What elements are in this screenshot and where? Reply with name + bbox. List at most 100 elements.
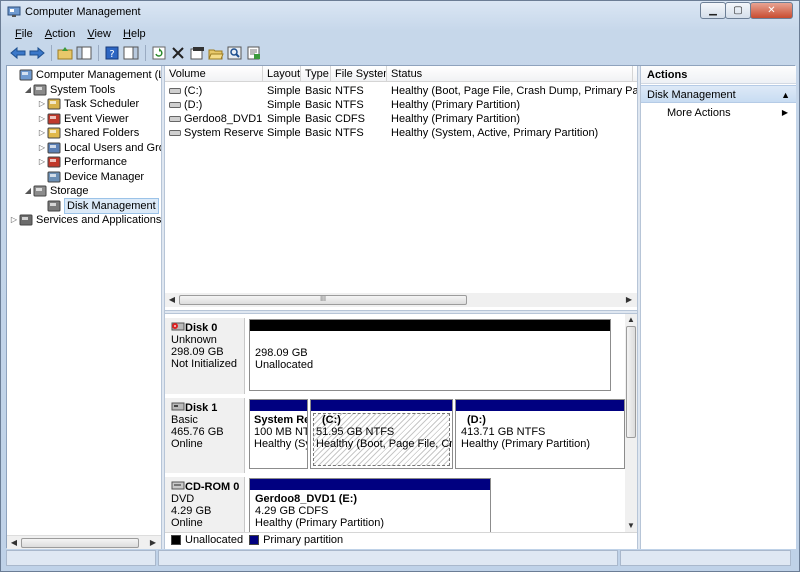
volume-cell-status: Healthy (Primary Partition) [391,99,520,111]
disk-view-vertical-scrollbar[interactable]: ▲ ▼ [625,314,637,532]
scroll-right-icon[interactable]: ▶ [147,537,159,549]
scroll-down-icon[interactable]: ▼ [625,520,637,532]
collapse-arrow-icon[interactable]: ◢ [23,83,33,97]
tree-item-shared-folders[interactable]: ▷ Shared Folders [37,126,139,140]
search-button[interactable] [226,44,244,62]
expand-arrow-icon[interactable]: ▷ [37,112,47,126]
refresh-button[interactable] [150,44,168,62]
tree-item-disk-management[interactable]: Disk Management [37,198,159,214]
tree-item-storage[interactable]: ◢ Storage [23,184,89,198]
up-one-level-button[interactable] [56,44,74,62]
legend-unallocated-label: Unallocated [185,533,244,546]
forward-button[interactable] [28,44,46,62]
tree-item-system-tools[interactable]: ◢ System Tools [23,83,115,97]
maximize-button[interactable]: ▢ [725,2,751,19]
tree-item-event-viewer[interactable]: ▷ Event Viewer [37,112,129,126]
disk-size: 4.29 GB [171,505,212,517]
volume-row[interactable]: (D:) Simple Basic NTFS Healthy (Primary Part… [165,98,637,112]
properties-button[interactable] [188,44,206,62]
tree-item-device-manager[interactable]: Device Manager [37,170,144,184]
disk-type: Basic [171,414,198,426]
tree-item-computer-management-local[interactable]: Computer Management (Local [9,68,161,82]
disk-info-disk1[interactable]: Disk 1 Basic 465.76 GB Online [165,398,245,473]
partition-c[interactable]: (C:) 51.95 GB NTFS Healthy (Boot, Page F… [310,399,453,469]
cd-rom-icon [171,480,185,493]
status-bar-segment [6,550,156,566]
partition-color-bar [250,320,610,331]
more-actions-item[interactable]: More Actions ▶ [641,103,796,123]
column-header-volume[interactable]: Volume [165,66,263,81]
shared-folder-icon [47,127,61,139]
collapse-arrow-icon[interactable]: ◢ [23,184,33,198]
show-hide-console-tree-icon [76,46,92,60]
scroll-left-icon[interactable]: ◀ [166,294,178,306]
expand-arrow-icon[interactable]: ▷ [37,126,47,140]
scrollbar-thumb[interactable] [626,326,636,438]
menu-help[interactable]: Help [117,26,152,42]
submenu-arrow-icon: ▶ [781,108,788,117]
volume-list-header: Volume Layout Type File System Status [165,66,637,82]
title-bar[interactable]: Computer Management ▁ ▢ ✕ [1,1,799,25]
show-hide-action-pane-button[interactable] [122,44,140,62]
tree-item-label: Computer Management (Local [36,69,161,81]
expand-arrow-icon[interactable]: ▷ [37,141,47,155]
expand-arrow-icon[interactable]: ▷ [9,213,19,227]
column-header-status[interactable]: Status [387,66,633,81]
volume-row[interactable]: (C:) Simple Basic NTFS Healthy (Boot, Page F… [165,84,637,98]
menu-file[interactable]: File [9,26,39,42]
scroll-left-icon[interactable]: ◀ [8,537,20,549]
disk-row-cdrom0[interactable]: CD-ROM 0 DVD 4.29 GB Online Gerdoo8_DVD1… [165,477,622,537]
scroll-up-icon[interactable]: ▲ [625,314,637,326]
volume-row[interactable]: System Reserved Simple Basic NTFS Healthy (S… [165,126,637,140]
actions-section-disk-management[interactable]: Disk Management ▲ [641,85,796,103]
partition-size: 298.09 GB [255,347,308,359]
expand-arrow-icon[interactable]: ▷ [37,97,47,111]
close-button[interactable]: ✕ [750,2,793,19]
disk-status: Online [171,438,203,450]
partition-d[interactable]: (D:) 413.71 GB NTFS Healthy (Primary Par… [455,399,625,469]
export-button[interactable] [245,44,263,62]
partition-size: 51.95 GB NTFS [316,426,395,438]
volume-row[interactable]: Gerdoo8_DVD1 (E:) Simple Basic CDFS Healthy … [165,112,637,126]
column-header-file-system[interactable]: File System [331,66,387,81]
partition-unallocated[interactable]: 298.09 GB Unallocated [249,319,611,391]
tree-item-performance[interactable]: ▷ Performance [37,155,127,169]
disk-row-disk1[interactable]: Disk 1 Basic 465.76 GB Online System Re … [165,398,625,473]
partition-system-reserved[interactable]: System Re 100 MB NTI Healthy (Sy [249,399,308,469]
volume-cell-status: Healthy (Boot, Page File, Crash Dump, Pr… [391,85,637,97]
menu-view[interactable]: View [81,26,117,42]
back-button[interactable] [9,44,27,62]
scrollbar-thumb[interactable]: III [179,295,467,305]
menu-help-label: elp [130,28,146,40]
collapse-icon[interactable]: ▲ [781,86,790,104]
minimize-button[interactable]: ▁ [700,2,726,19]
tree-item-local-users-and-groups[interactable]: ▷ Local Users and Groups [37,141,161,155]
show-hide-console-tree-button[interactable] [75,44,93,62]
volume-name: (D:) [184,99,203,111]
tree-item-task-scheduler[interactable]: ▷ Task Scheduler [37,97,139,111]
console-tree-horizontal-scrollbar[interactable]: ◀ ▶ [7,535,161,549]
disk-info-disk0[interactable]: Disk 0 Unknown 298.09 GB Not Initialized [165,318,245,394]
help-button[interactable]: ? [103,44,121,62]
menu-action[interactable]: Action [39,26,82,42]
volume-list-horizontal-scrollbar[interactable]: ◀ III ▶ [165,293,637,307]
disk-management-icon [47,200,61,212]
toolbar: ? [9,44,264,62]
open-icon [208,49,224,60]
tree-item-label: Disk Management [64,198,159,214]
disk-row-disk0[interactable]: Disk 0 Unknown 298.09 GB Not Initialized… [165,318,622,394]
partition-color-bar [311,400,452,411]
tree-item-services-and-applications[interactable]: ▷ Services and Applications [9,213,161,227]
delete-button[interactable] [169,44,187,62]
console-tree: Computer Management (Local◢System Tools▷… [7,66,161,535]
scrollbar-thumb[interactable] [21,538,139,548]
scroll-right-icon[interactable]: ▶ [623,294,635,306]
column-header-type[interactable]: Type [301,66,331,81]
volume-cell-layout: Simple [267,127,301,139]
volume-name: Gerdoo8_DVD1 (E:) [184,113,263,125]
column-header-layout[interactable]: Layout [263,66,301,81]
partition-e[interactable]: Gerdoo8_DVD1 (E:) 4.29 GB CDFS Healthy (… [249,478,491,536]
open-button[interactable] [207,44,225,62]
expand-arrow-icon[interactable]: ▷ [37,155,47,169]
disk-info-cdrom0[interactable]: CD-ROM 0 DVD 4.29 GB Online [165,477,245,537]
